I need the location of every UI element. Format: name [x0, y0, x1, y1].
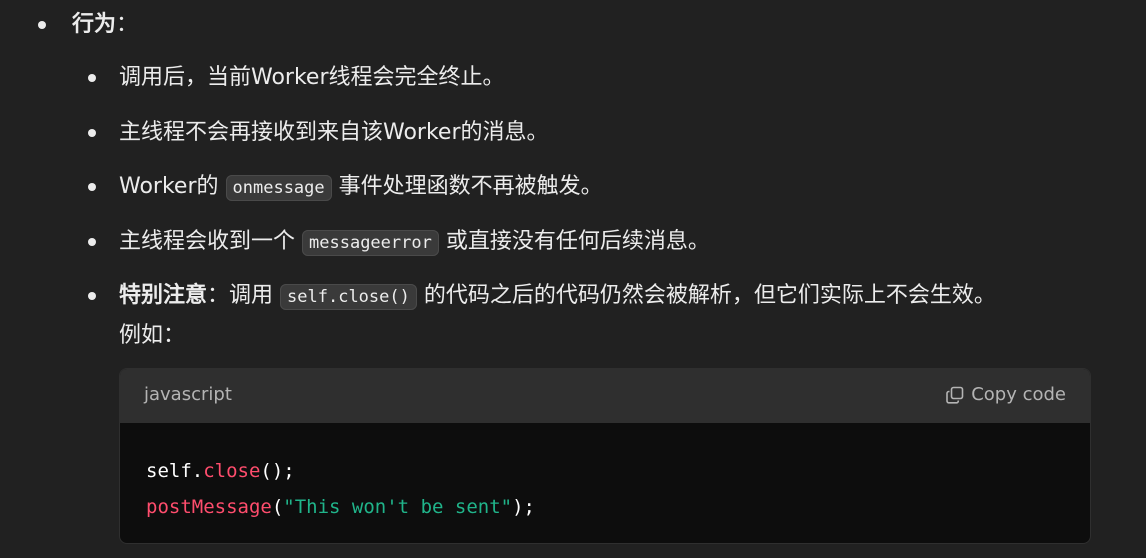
- list-item-note-line2: 例如：: [119, 322, 185, 350]
- code-language-label: javascript: [144, 384, 232, 405]
- list-item-text-pre: Worker的: [119, 174, 219, 199]
- copy-code-label: Copy code: [971, 384, 1066, 405]
- list-item-text: 主线程不会再接收到来自该Worker的消息。: [119, 120, 549, 145]
- code-block-header: javascript Copy code: [120, 369, 1090, 423]
- inline-code: onmessage: [225, 175, 332, 201]
- list-item-text-post: 的代码之后的代码仍然会被解析，但它们实际上不会生效。: [423, 283, 996, 308]
- code-token: ();: [260, 460, 295, 482]
- code-token: );: [512, 496, 535, 518]
- bullet-dot: [88, 129, 96, 137]
- list-item: Worker的 onmessage 事件处理函数不再被触发。: [119, 173, 603, 202]
- list-item: 调用后，当前Worker线程会完全终止。: [119, 64, 505, 92]
- code-token: self.: [146, 460, 204, 482]
- note-example: 例如：: [119, 323, 186, 348]
- bullet-dot: [38, 21, 46, 29]
- behavior-label: 行为: [72, 12, 117, 37]
- code-line: postMessage("This won't be sent");: [146, 489, 535, 525]
- code-content: self.close(); postMessage("This won't be …: [146, 453, 535, 525]
- list-item-text-post: 事件处理函数不再被触发。: [338, 174, 603, 199]
- inline-code: messageerror: [302, 230, 439, 256]
- note-label: 特别注意: [119, 283, 208, 308]
- list-item: 主线程不会再接收到来自该Worker的消息。: [119, 119, 549, 147]
- code-block: javascript Copy code self.close(); postMe…: [119, 368, 1091, 544]
- bullet-dot: [88, 183, 96, 191]
- code-line: self.close();: [146, 453, 535, 489]
- inline-code: self.close(): [280, 284, 417, 310]
- list-item-text-post: 或直接没有任何后续消息。: [445, 229, 710, 254]
- behavior-colon: ：: [116, 12, 139, 37]
- code-token-function: close: [203, 460, 261, 482]
- chat-message-content: 行为： 调用后，当前Worker线程会完全终止。 主线程不会再接收到来自该Wor…: [0, 0, 1146, 558]
- code-token-string: "This won't be sent": [283, 496, 513, 518]
- code-token: (: [271, 496, 284, 518]
- bullet-dot: [88, 292, 96, 300]
- list-item: 主线程会收到一个 messageerror 或直接没有任何后续消息。: [119, 228, 710, 257]
- copy-code-button[interactable]: Copy code: [945, 384, 1066, 405]
- list-item-behavior: 行为：: [72, 11, 138, 39]
- list-item-text: 调用后，当前Worker线程会完全终止。: [119, 65, 505, 90]
- code-token-function: postMessage: [146, 496, 272, 518]
- bullet-dot: [88, 238, 96, 246]
- list-item-text-pre: 主线程会收到一个: [119, 229, 296, 254]
- list-item-note: 特别注意：调用 self.close() 的代码之后的代码仍然会被解析，但它们实…: [119, 282, 996, 311]
- copy-icon: [945, 385, 965, 405]
- note-colon: ：调用: [207, 283, 274, 308]
- bullet-dot: [88, 74, 96, 82]
